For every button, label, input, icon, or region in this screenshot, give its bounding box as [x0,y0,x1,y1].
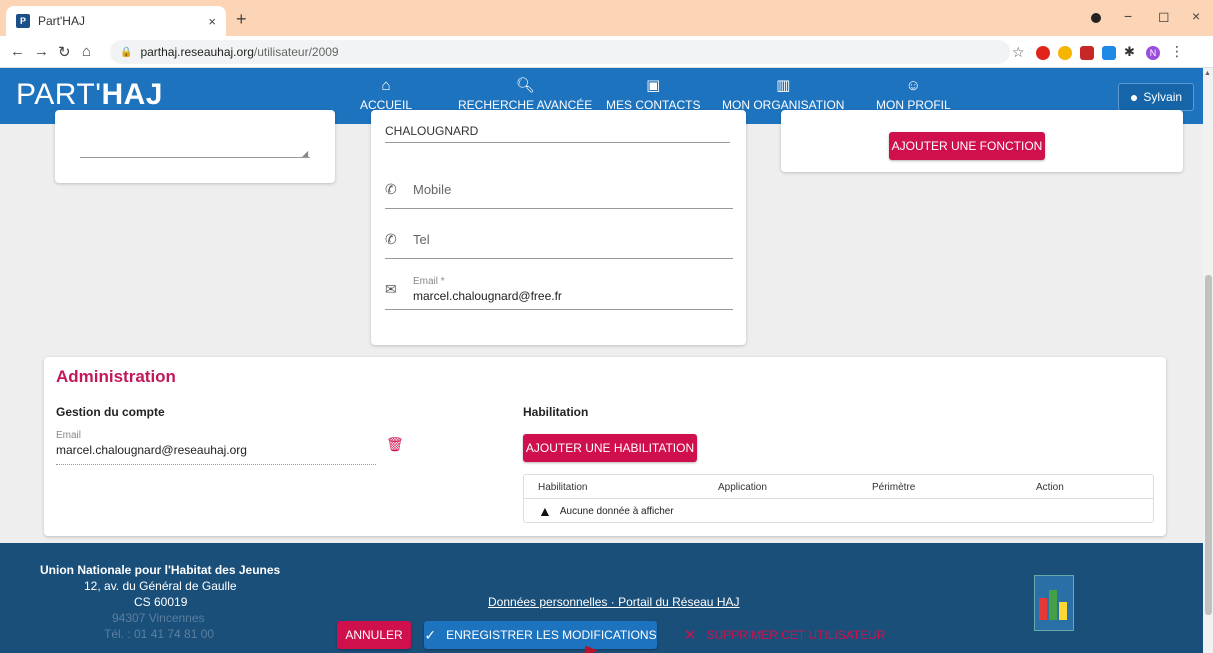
parthaj-logo[interactable]: PART'HAJ [16,78,163,112]
browser-toolbar: ← → ↻ ⌂ 🔒 parthaj.reseauhaj.org/utilisat… [0,36,1213,68]
footer-address-line2: CS 60019 [134,595,188,609]
check-icon: ✓ [424,626,437,643]
opera-extension-icon[interactable] [1036,46,1050,60]
column-header-action[interactable]: Action [1036,482,1064,493]
admin-email-underline [56,464,376,465]
table-divider [524,498,1153,499]
administration-title: Administration [56,367,176,386]
email-field[interactable]: ✉ Email * marcel.chalougnard@free.fr [385,270,733,310]
footer-org-name: Union Nationale pour l'Habitat des Jeune… [40,563,281,577]
habilitation-heading: Habilitation [523,405,589,419]
admin-email-value[interactable]: marcel.chalougnard@reseauhaj.org [56,443,247,457]
table-empty-row: ▲ Aucune donnée à afficher [538,503,674,519]
puzzle-extension-icon[interactable]: ✱ [1124,44,1138,59]
footer-address-line1: 12, av. du Général de Gaulle [84,579,237,593]
portal-link[interactable]: Portail du Réseau HAJ [618,595,739,609]
search-icon: 🔍︎ [515,77,535,94]
home-browser-icon[interactable]: ⌂ [82,43,91,60]
record-icon[interactable] [1091,13,1101,23]
add-habilitation-button[interactable]: Ajouter une habilitation [523,434,697,462]
habilitation-table: Habilitation Application Périmètre Actio… [523,474,1154,523]
scrollbar-thumb[interactable] [1205,275,1212,615]
browser-tab[interactable]: P Part'HAJ × [6,6,226,36]
tel-field[interactable]: ✆ Tel [385,220,733,259]
browser-menu-icon[interactable]: ⋮ [1170,43,1184,59]
lastname-field[interactable]: CHALOUGNARD [385,124,730,143]
site-favicon-icon: P [16,14,30,28]
back-arrow-icon[interactable]: ← [10,43,25,60]
footer-links: Données personnelles · Portail du Réseau… [488,595,740,609]
account-heading: Gestion du compte [56,405,165,419]
pdf-extension-icon[interactable] [1080,46,1094,60]
add-fonction-button[interactable]: Ajouter une fonction [889,132,1045,160]
save-button[interactable]: ✓ Enregistrer les modifications [424,621,657,649]
tab-title: Part'HAJ [38,14,85,28]
phone-icon: ✆ [385,180,397,197]
reload-icon[interactable]: ↻ [58,43,71,61]
contacts-icon: ▣ [646,77,661,94]
window-close-button[interactable]: × [1192,8,1200,24]
personal-data-link[interactable]: Données personnelles [488,595,607,609]
mail-icon: ✉ [385,281,397,297]
resize-handle-icon[interactable]: ◢ [302,149,308,158]
account-circle-icon: ● [1129,89,1139,105]
address-bar[interactable]: 🔒 parthaj.reseauhaj.org/utilisateur/2009 [110,40,1010,64]
admin-email-label: Email [56,430,82,441]
delete-user-button[interactable]: ✕ Supprimer cet utilisateur [684,621,886,649]
unhaj-logo[interactable] [1034,575,1074,631]
mobile-field[interactable]: ✆ Mobile [385,170,733,209]
notes-textarea[interactable] [80,157,310,158]
close-x-icon: ✕ [684,627,697,644]
browser-tab-bar: P Part'HAJ × + − ◻ × [0,0,1213,36]
url-text: parthaj.reseauhaj.org/utilisateur/2009 [140,45,339,59]
new-tab-button[interactable]: + [236,9,247,30]
building-icon: ▥ [776,77,791,94]
tab-close-icon[interactable]: × [208,14,216,29]
footer-address-line3: 94307 Vincennes [112,611,205,625]
phone-icon: ✆ [385,230,397,247]
forward-arrow-icon[interactable]: → [34,43,49,60]
lock-icon: 🔒 [120,46,133,58]
warning-icon: ▲ [538,503,552,519]
notes-card [55,110,335,183]
column-header-habilitation[interactable]: Habilitation [538,482,587,493]
profile-avatar-icon[interactable]: N [1146,46,1160,60]
scroll-up-arrow-icon[interactable]: ▲ [1204,70,1211,77]
person-icon: ☺ [905,77,921,94]
minimize-button[interactable]: − [1124,8,1132,24]
user-menu-button[interactable]: ● Sylvain [1118,83,1194,111]
footer-phone: Tél. : 01 41 74 81 00 [104,627,215,641]
home-icon: ⌂ [381,77,391,94]
maximize-button[interactable]: ◻ [1158,8,1170,25]
cancel-button[interactable]: Annuler [337,621,411,649]
delete-trash-icon[interactable]: 🗑︎ [386,436,404,453]
column-header-perimetre[interactable]: Périmètre [872,482,915,493]
column-header-application[interactable]: Application [718,482,767,493]
moon-extension-icon[interactable] [1058,46,1072,60]
video-extension-icon[interactable] [1102,46,1116,60]
bookmark-star-icon[interactable]: ☆ [1012,44,1025,61]
